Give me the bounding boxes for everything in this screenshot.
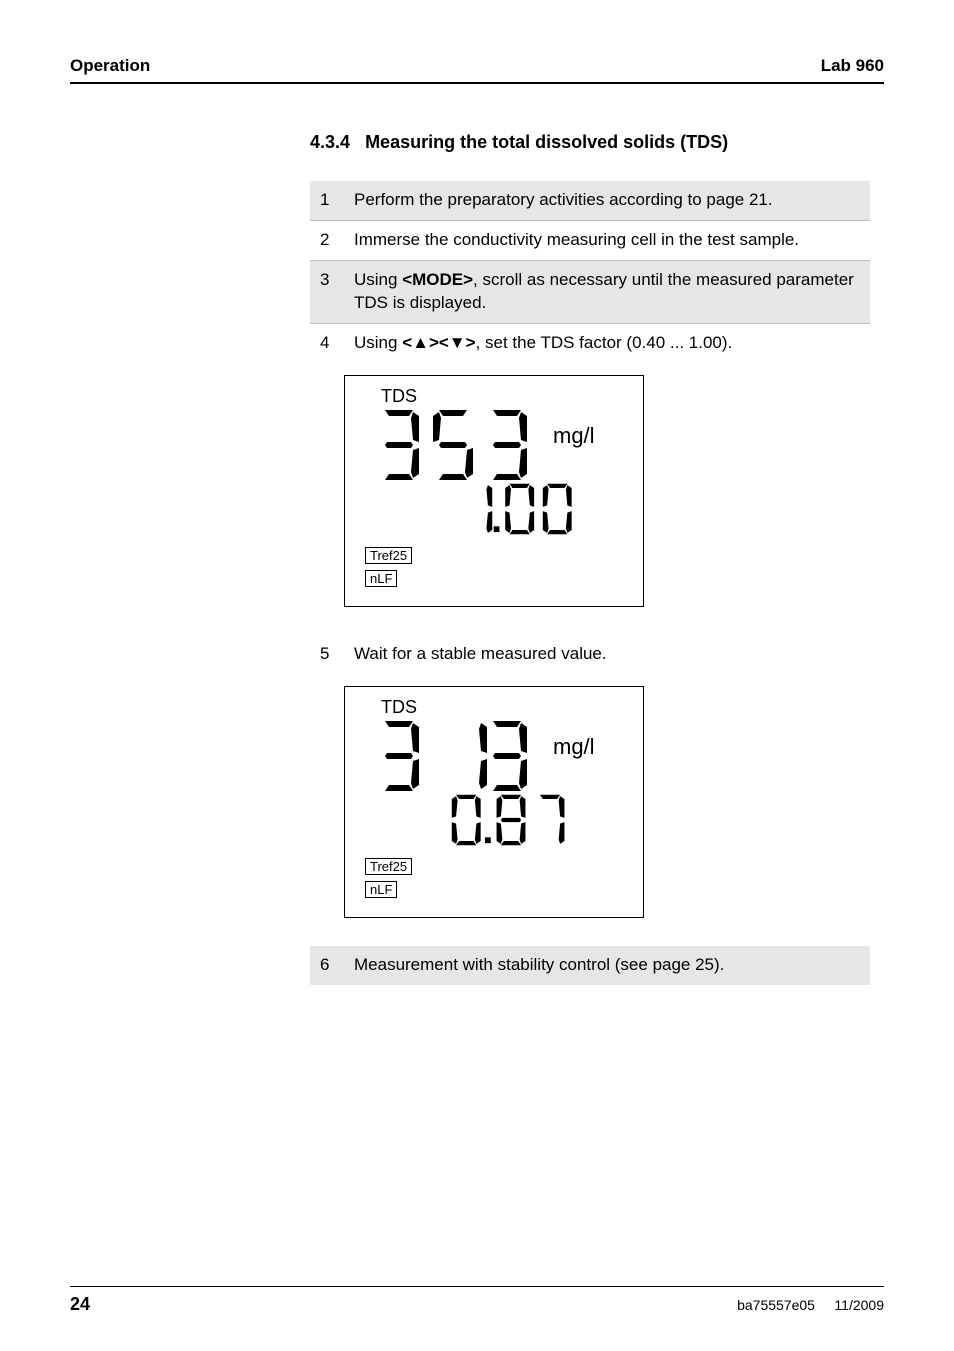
- step-row: 4 Using <▲><▼>, set the TDS factor (0.40…: [310, 323, 870, 362]
- step-number: 6: [310, 946, 344, 985]
- page-footer: 24 ba75557e05 11/2009: [70, 1294, 884, 1315]
- steps-table-c: 6 Measurement with stability control (se…: [310, 946, 870, 985]
- lcd-unit: mg/l: [553, 423, 595, 449]
- step-text: Measurement with stability control (see …: [344, 946, 870, 985]
- step-number: 1: [310, 181, 344, 220]
- section-heading: 4.3.4 Measuring the total dissolved soli…: [310, 132, 870, 153]
- header-left: Operation: [70, 56, 150, 76]
- header-rule: [70, 82, 884, 84]
- step-text: Wait for a stable measured value.: [344, 635, 870, 674]
- lcd-display-2: TDS mg/l: [344, 686, 870, 918]
- step-row: 2 Immerse the conductivity measuring cel…: [310, 220, 870, 260]
- steps-table-b: 5 Wait for a stable measured value.: [310, 635, 870, 674]
- step-row: 5 Wait for a stable measured value.: [310, 635, 870, 674]
- lcd-secondary-reading: [446, 483, 576, 535]
- step-number: 4: [310, 323, 344, 362]
- lcd-secondary-reading: [446, 794, 576, 846]
- page-number: 24: [70, 1294, 90, 1315]
- lcd-tag-tref: Tref25: [365, 858, 412, 875]
- step-row: 6 Measurement with stability control (se…: [310, 946, 870, 985]
- header-right: Lab 960: [821, 56, 884, 76]
- section-number: 4.3.4: [310, 132, 350, 152]
- step-text: Using <▲><▼>, set the TDS factor (0.40 .…: [344, 323, 870, 362]
- step-number: 3: [310, 260, 344, 323]
- lcd-display-1: TDS mg/l: [344, 375, 870, 607]
- step-text: Using <MODE>, scroll as necessary until …: [344, 260, 870, 323]
- step-row: 1 Perform the preparatory activities acc…: [310, 181, 870, 220]
- lcd-tag-nlf: nLF: [365, 881, 397, 898]
- lcd-primary-reading: [375, 720, 535, 792]
- step-text: Perform the preparatory activities accor…: [344, 181, 870, 220]
- step-number: 5: [310, 635, 344, 674]
- lcd-mode-label: TDS: [381, 697, 629, 718]
- lcd-mode-label: TDS: [381, 386, 629, 407]
- section-title: Measuring the total dissolved solids (TD…: [365, 132, 728, 152]
- lcd-primary-reading: [375, 409, 535, 481]
- footer-meta: ba75557e05 11/2009: [737, 1297, 884, 1313]
- lcd-tag-nlf: nLF: [365, 570, 397, 587]
- step-number: 2: [310, 220, 344, 260]
- step-row: 3 Using <MODE>, scroll as necessary unti…: [310, 260, 870, 323]
- footer-rule: [70, 1286, 884, 1287]
- page-header: Operation Lab 960: [70, 56, 884, 82]
- lcd-tag-tref: Tref25: [365, 547, 412, 564]
- lcd-unit: mg/l: [553, 734, 595, 760]
- step-text: Immerse the conductivity measuring cell …: [344, 220, 870, 260]
- steps-table-a: 1 Perform the preparatory activities acc…: [310, 181, 870, 363]
